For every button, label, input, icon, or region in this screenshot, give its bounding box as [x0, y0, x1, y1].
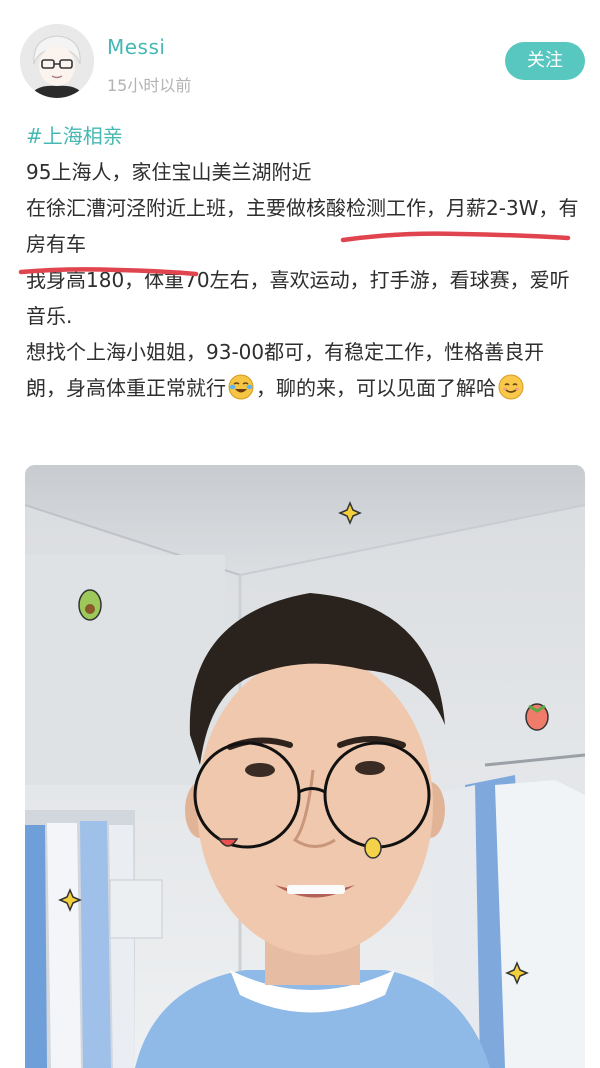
- lemon-sticker: [364, 837, 382, 859]
- post-line-work: 在徐汇漕河泾附近上班，主要做核酸检测工作，月薪2-3W，有房有车: [26, 196, 579, 256]
- strawberry-sticker: [525, 703, 549, 731]
- face-with-tears-of-joy-icon: [228, 374, 254, 400]
- post-line-hobbies: 我身高180，体重70左右，喜欢运动，打手游，看球赛，爱听音乐.: [26, 268, 570, 328]
- post-line-wishes: 想找个上海小姐姐，93-00都可，有稳定工作，性格善良开朗，身高体重正常就行 ，…: [26, 334, 582, 406]
- avocado-sticker: [78, 589, 102, 621]
- avatar[interactable]: [20, 24, 94, 98]
- post-timestamp: 15小时以前: [107, 76, 192, 95]
- smiling-face-icon: [498, 374, 524, 400]
- hashtag-link[interactable]: #上海相亲: [26, 124, 123, 148]
- post-page: Messi 15小时以前 关注 #上海相亲 95上海人，家住宝山美兰湖附近 在徐…: [0, 0, 600, 1068]
- post-line-intro: 95上海人，家住宝山美兰湖附近: [26, 160, 312, 184]
- post-body: #上海相亲 95上海人，家住宝山美兰湖附近 在徐汇漕河泾附近上班，主要做核酸检测…: [26, 118, 582, 406]
- post-line-wishes-part2: ，聊的来，可以见面了解哈: [256, 376, 496, 400]
- follow-button[interactable]: 关注: [505, 42, 585, 80]
- username[interactable]: Messi: [107, 35, 165, 59]
- post-photo[interactable]: [25, 465, 585, 1068]
